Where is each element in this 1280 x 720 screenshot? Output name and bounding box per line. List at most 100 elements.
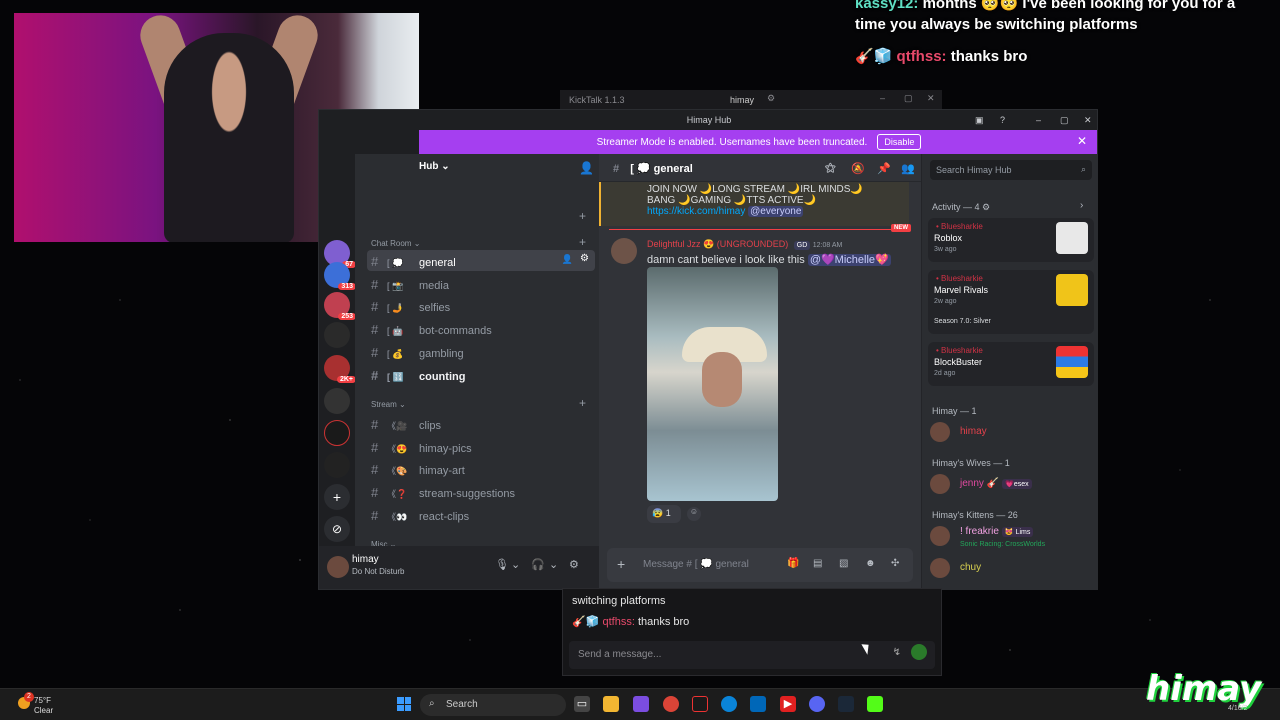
gear-icon[interactable]: ⚙ [580,253,589,264]
translate-icon[interactable]: ↯ [893,647,901,658]
windows-start-icon[interactable] [397,697,411,711]
minimize-icon[interactable]: – [1036,110,1041,130]
attach-plus-icon[interactable]: + [617,556,625,572]
channel-item-counting[interactable]: # [ 🔢 counting [367,364,595,385]
minimize-icon[interactable]: – [880,93,885,103]
maximize-icon[interactable]: ▢ [904,93,913,104]
overlay-message: thanks bro [950,48,1028,65]
avatar [930,558,950,578]
webcam-person [164,33,294,242]
activity-card[interactable]: • Bluesharkie Roblox 3w ago [928,218,1094,262]
everyone-mention[interactable]: @everyone [748,206,804,217]
gear-icon[interactable]: ⚙ [767,93,775,104]
server-header[interactable]: Hub ⌄ [355,154,599,180]
obs-icon[interactable] [692,696,708,712]
gear-icon[interactable]: ⚙ [569,558,579,571]
channel-item-clips[interactable]: # 《🎥 clips [367,413,595,434]
gear-icon[interactable]: ⚙ [982,202,990,212]
channel-emoji: [ 🤖 [387,326,404,337]
kick-link[interactable]: https://kick.com/himay [647,206,745,217]
invite-icon[interactable]: 👤 [562,254,573,265]
disable-streamer-mode-button[interactable]: Disable [877,134,922,150]
discover-icon[interactable]: ⊘ [324,516,350,542]
close-icon[interactable]: ✕ [927,93,935,104]
add-channel-icon[interactable]: + [579,396,586,410]
category-stream[interactable]: Stream ⌄ [371,400,406,409]
maximize-icon[interactable]: ▢ [1060,110,1069,130]
server-icon[interactable] [324,322,350,348]
add-channel-icon[interactable]: + [579,235,586,249]
overlay-username: kassy12: [855,0,919,12]
task-view-icon[interactable]: ▭ [574,696,590,712]
search-input[interactable]: Search Himay Hub ⌕ [930,160,1092,180]
server-icon[interactable]: 253 [324,292,356,320]
channel-item-gambling[interactable]: # [ 💰 gambling [367,341,595,362]
message-author[interactable]: Delightful Jzz 😍 (UNGROUNDED) [647,239,788,249]
add-reaction-icon[interactable]: ☺ [687,507,701,521]
pin-icon[interactable]: 📌 [877,162,891,175]
activity-card[interactable]: • Bluesharkie Marvel Rivals 2w ago Seaso… [928,270,1094,334]
reaction-button[interactable]: 😰 1 [647,505,681,523]
channel-emoji: 《🎥 [387,421,408,431]
youtube-icon[interactable]: ▶ [780,696,796,712]
copilot-icon[interactable] [633,696,649,712]
chevron-down-icon[interactable]: ⌄ [511,558,520,571]
chrome-icon[interactable] [663,696,679,712]
avatar[interactable] [327,556,349,578]
kicktalk-username[interactable]: qtfhss: [602,616,634,628]
channel-item-stream-suggestions[interactable]: # 《❓ stream-suggestions [367,481,595,502]
server-icon[interactable] [324,452,350,478]
kicktalk-chat: switching platforms 🎸🧊 qtfhss: thanks br… [562,588,942,676]
invite-icon[interactable]: 👤 [579,161,594,175]
threads-icon[interactable]: ⚝ [825,162,836,175]
edge-icon[interactable] [721,696,737,712]
steam-icon[interactable] [838,696,854,712]
activity-card[interactable]: • Bluesharkie BlockBuster 2d ago [928,342,1094,386]
chevron-down-icon[interactable]: ⌄ [549,558,558,571]
emoji-icon[interactable]: ☻ [865,558,876,569]
gif-icon[interactable]: ▤ [813,558,822,569]
add-channel-icon[interactable]: + [579,209,586,223]
sticker-icon[interactable]: ▧ [839,558,848,569]
user-mention[interactable]: @💜Michelle💖 [807,254,891,266]
user-name[interactable]: himay [352,554,379,565]
taskbar: 2 75°F Clear ⌕ Search ▭ ▶ [0,688,1280,720]
chevron-right-icon[interactable]: › [1080,200,1083,211]
server-icon[interactable]: 2K+ [324,355,356,383]
channel-item-general[interactable]: # [ 💭 general 👤 ⚙ [367,250,595,271]
activity-detail: Season 7.0: Silver [934,318,991,325]
add-server-icon[interactable]: + [324,484,350,510]
close-icon[interactable]: ✕ [1077,134,1087,148]
message-composer[interactable]: + Message # [ 💭 general 🎁 ▤ ▧ ☻ ✣ [607,548,913,582]
mute-icon[interactable]: 🔕 [851,162,865,175]
server-icon[interactable] [324,420,350,446]
close-icon[interactable]: ✕ [1084,110,1092,130]
channel-item-bot-commands[interactable]: # [ 🤖 bot-commands [367,318,595,339]
kicktalk-message-input[interactable]: Send a message... ↯ [569,641,935,669]
gift-icon[interactable]: 🎁 [787,558,799,569]
apps-icon[interactable]: ✣ [891,558,899,569]
store-icon[interactable] [750,696,766,712]
discord-icon[interactable] [809,696,825,712]
taskbar-search[interactable]: ⌕ Search [420,694,566,716]
channel-item-himay-art[interactable]: # 《🎨 himay-art [367,458,595,479]
category-chat-room[interactable]: Chat Room ⌄ [371,239,420,248]
server-icon[interactable] [324,388,350,414]
server-icon[interactable]: 313 [324,262,356,290]
message-image[interactable] [647,267,778,501]
members-icon[interactable]: 👥 [901,162,915,175]
headphones-icon[interactable]: 🎧 [531,558,545,571]
microphone-icon[interactable]: 🎙 [495,558,509,571]
avatar[interactable] [611,238,637,264]
channel-item-selfies[interactable]: # [ 🤳 selfies [367,295,595,316]
channel-item-react-clips[interactable]: # 《👀 react-clips [367,504,595,525]
screen-icon[interactable]: ▣ [975,110,984,130]
kick-icon[interactable] [867,696,883,712]
kicktalk-tab[interactable]: himay [730,95,754,105]
channel-hash-icon: # [371,276,379,292]
emote-icon[interactable] [911,644,927,660]
channel-item-media[interactable]: # [ 📸 media [367,273,595,294]
help-icon[interactable]: ? [1000,110,1005,130]
file-explorer-icon[interactable] [603,696,619,712]
channel-item-himay-pics[interactable]: # 《😍 himay-pics [367,436,595,457]
